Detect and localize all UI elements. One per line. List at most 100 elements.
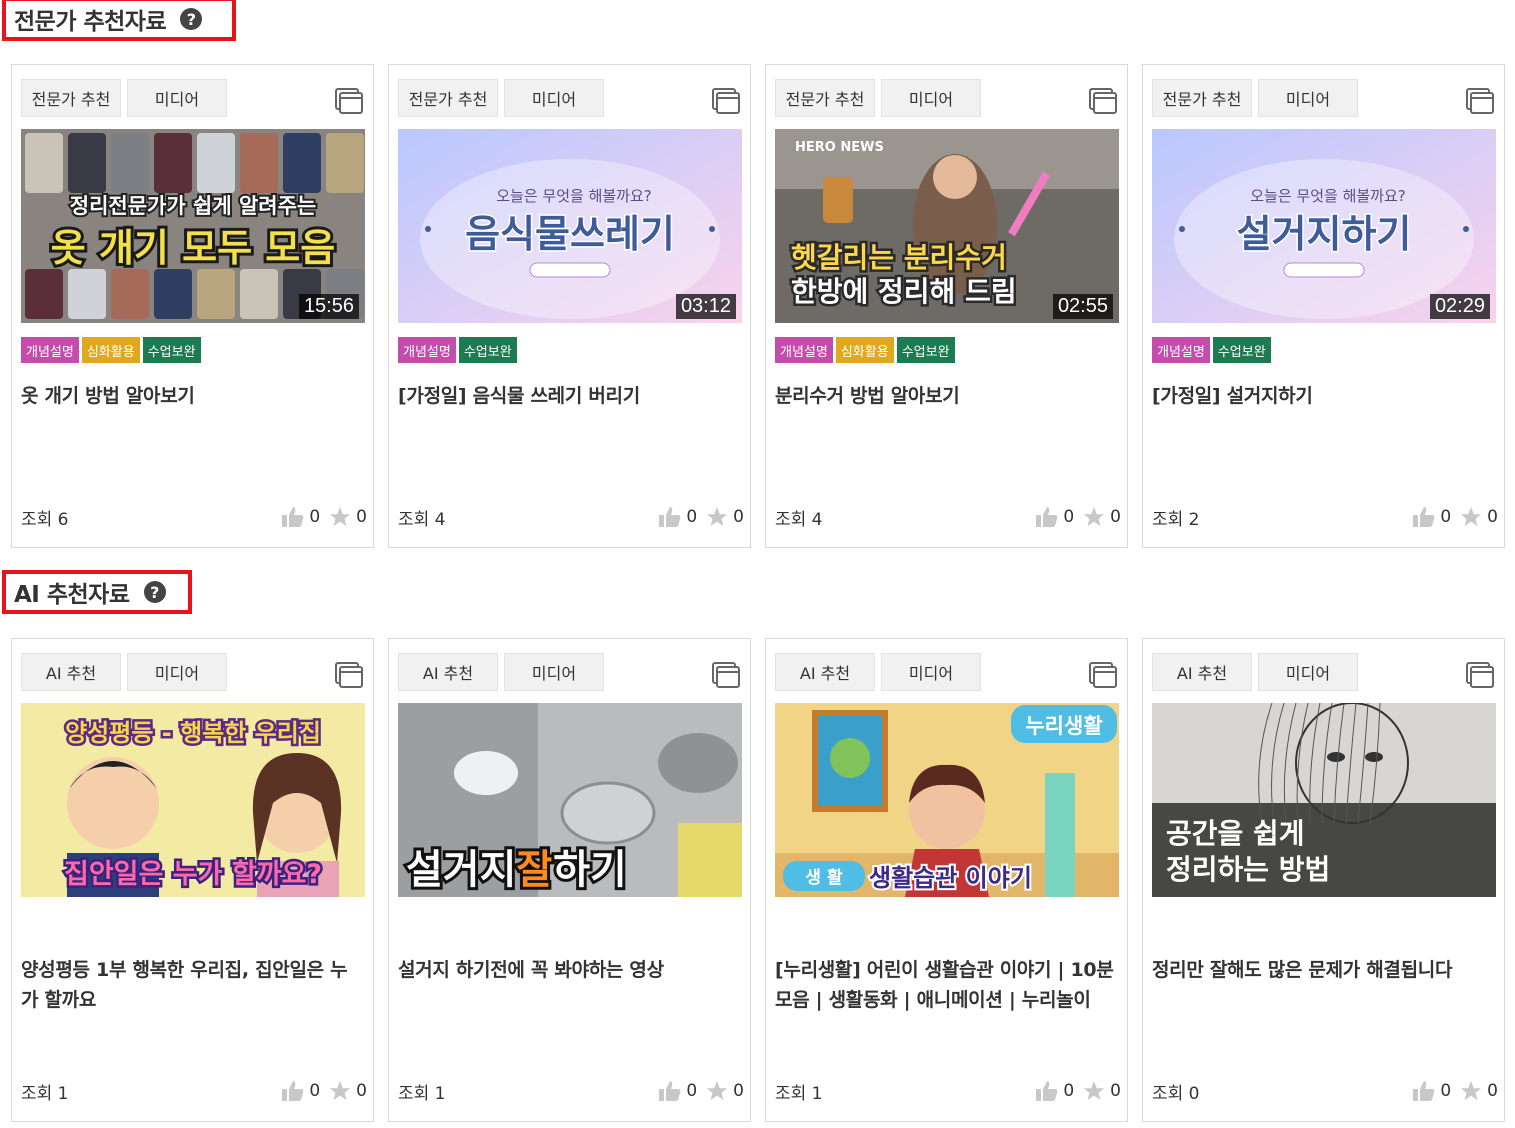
like-icon[interactable] bbox=[658, 506, 682, 528]
expert-section-title: 전문가 추천자료 ? bbox=[2, 0, 236, 41]
media-type-tag: 미디어 bbox=[504, 79, 604, 117]
card-title-link[interactable]: 옷 개기 방법 알아보기 bbox=[21, 381, 364, 411]
video-duration: 15:56 bbox=[298, 294, 359, 319]
save-to-library-icon[interactable] bbox=[1465, 660, 1495, 690]
video-thumbnail[interactable]: 설거지잘하기 bbox=[398, 703, 742, 897]
like-icon[interactable] bbox=[281, 506, 305, 528]
video-thumbnail[interactable]: 양성평등 - 행복한 우리집집안일은 누가 할까요? bbox=[21, 703, 365, 897]
star-icon[interactable] bbox=[1082, 506, 1106, 528]
star-icon[interactable] bbox=[1082, 1080, 1106, 1102]
star-icon[interactable] bbox=[328, 506, 352, 528]
resource-card[interactable]: 전문가 추천 미디어 오늘은 무엇을 해볼까요? 설거지하기 02:29 개념설명 수업보완… bbox=[1142, 64, 1505, 548]
like-icon[interactable] bbox=[1035, 506, 1059, 528]
thumbnail-caption: 집안일은 누가 할까요? bbox=[64, 859, 322, 890]
save-to-library-icon[interactable] bbox=[334, 86, 364, 116]
save-to-library-icon[interactable] bbox=[1088, 86, 1118, 116]
thumbnail-caption: 한방에 정리해 드림 bbox=[791, 275, 1017, 308]
view-count: 조회 1 bbox=[21, 1083, 69, 1104]
card-footer: 조회 400 bbox=[775, 503, 1121, 531]
save-to-library-icon[interactable] bbox=[711, 660, 741, 690]
video-thumbnail[interactable]: 누리생활 생 활 생활습관 이야기 bbox=[775, 703, 1119, 897]
thumbnail-caption: 정리하는 방법 bbox=[1166, 853, 1330, 886]
like-icon[interactable] bbox=[281, 1080, 305, 1102]
recommendation-type-tag: AI 추천 bbox=[398, 653, 498, 691]
purpose-badge: 수업보완 bbox=[896, 337, 955, 363]
card-tags: AI 추천 미디어 bbox=[1152, 653, 1495, 691]
card-title-link[interactable]: 정리만 잘해도 많은 문제가 해결됩니다 bbox=[1152, 955, 1495, 985]
help-icon[interactable]: ? bbox=[143, 581, 166, 603]
resource-card[interactable]: 전문가 추천 미디어 HERO NEWS 헷갈리는 분리수거 한방에 정리해 드림 02:… bbox=[765, 64, 1128, 548]
star-count: 0 bbox=[733, 507, 744, 527]
like-count: 0 bbox=[1063, 1081, 1075, 1101]
purpose-badge: 개념설명 bbox=[21, 337, 79, 363]
card-tags: 전문가 추천 미디어 bbox=[1152, 79, 1495, 117]
reaction-stats: 00 bbox=[281, 1080, 367, 1102]
purpose-badge: 수업보완 bbox=[458, 337, 517, 363]
video-thumbnail[interactable]: 오늘은 무엇을 해볼까요? 음식물쓰레기 03:12 bbox=[398, 129, 742, 323]
video-thumbnail[interactable]: HERO NEWS 헷갈리는 분리수거 한방에 정리해 드림 02:55 bbox=[775, 129, 1119, 323]
help-icon[interactable]: ? bbox=[180, 8, 203, 30]
thumbnail-caption: 옷 개기 모두 모음 bbox=[51, 226, 335, 270]
star-icon[interactable] bbox=[705, 1080, 729, 1102]
expert-card-grid: 전문가 추천 미디어 정리전문가가 쉽게 알려주는 옷 개기 모두 모음 15:56 개념… bbox=[11, 64, 1506, 548]
thumbnail-image: 양성평등 - 행복한 우리집집안일은 누가 할까요? bbox=[21, 703, 365, 897]
media-type-tag: 미디어 bbox=[127, 79, 227, 117]
thumbnail-caption: 생 활 bbox=[805, 867, 843, 888]
thumbnail-caption: 오늘은 무엇을 해볼까요? bbox=[1250, 187, 1406, 205]
star-icon[interactable] bbox=[705, 506, 729, 528]
like-icon[interactable] bbox=[1035, 1080, 1059, 1102]
resource-card[interactable]: AI 추천 미디어공간을 쉽게 정리하는 방법정리만 잘해도 많은 문제가 해결됩니… bbox=[1142, 638, 1505, 1122]
reaction-stats: 00 bbox=[658, 506, 744, 528]
view-count: 조회 1 bbox=[775, 1083, 823, 1104]
purpose-badge: 수업보완 bbox=[1212, 337, 1271, 363]
like-icon[interactable] bbox=[658, 1080, 682, 1102]
resource-card[interactable]: AI 추천 미디어 누리생활 생 활 생활습관 이야기 [누리생활] 어린이 생활습관 이… bbox=[765, 638, 1128, 1122]
media-type-tag: 미디어 bbox=[504, 653, 604, 691]
save-to-library-icon[interactable] bbox=[1088, 660, 1118, 690]
resource-card[interactable]: AI 추천 미디어 양성평등 - 행복한 우리집 집안일은 누가 할까요? 양성평등 1… bbox=[11, 638, 374, 1122]
like-icon[interactable] bbox=[1412, 506, 1436, 528]
card-tags: AI 추천 미디어 bbox=[775, 653, 1118, 691]
resource-card[interactable]: 전문가 추천 미디어 오늘은 무엇을 해볼까요? 음식물쓰레기 03:12 개념설명 수업보… bbox=[388, 64, 751, 548]
card-title-link[interactable]: [누리생활] 어린이 생활습관 이야기 | 10분 모음 | 생활동화 | 애니… bbox=[775, 955, 1118, 1015]
card-title-link[interactable]: [가정일] 음식물 쓰레기 버리기 bbox=[398, 381, 741, 411]
view-count: 조회 0 bbox=[1152, 1083, 1200, 1104]
resource-card[interactable]: AI 추천 미디어 설거지잘하기 설거지 하기전에 꼭 봐야하는 영상 조회 100 bbox=[388, 638, 751, 1122]
card-footer: 조회 000 bbox=[1152, 1077, 1498, 1105]
thumbnail-caption: 헷갈리는 분리수거 bbox=[791, 241, 1007, 274]
section-title-text: AI 추천자료 bbox=[14, 582, 130, 608]
like-count: 0 bbox=[309, 507, 321, 527]
like-count: 0 bbox=[686, 507, 698, 527]
card-title-link[interactable]: [가정일] 설거지하기 bbox=[1152, 381, 1495, 411]
thumbnail-caption: 누리생활 bbox=[1025, 714, 1102, 738]
purpose-badges: 개념설명 심화활용 수업보완 bbox=[21, 337, 364, 363]
media-type-tag: 미디어 bbox=[1258, 653, 1358, 691]
card-title-link[interactable]: 분리수거 방법 알아보기 bbox=[775, 381, 1118, 411]
card-footer: 조회 100 bbox=[398, 1077, 744, 1105]
purpose-badges: 개념설명 심화활용 수업보완 bbox=[775, 337, 1118, 363]
star-icon[interactable] bbox=[1459, 506, 1483, 528]
reaction-stats: 00 bbox=[1035, 506, 1121, 528]
star-icon[interactable] bbox=[328, 1080, 352, 1102]
thumbnail-caption: 설거지잘하기 bbox=[406, 847, 627, 893]
media-type-tag: 미디어 bbox=[881, 79, 981, 117]
star-icon[interactable] bbox=[1459, 1080, 1483, 1102]
video-thumbnail[interactable]: 오늘은 무엇을 해볼까요? 설거지하기 02:29 bbox=[1152, 129, 1496, 323]
save-to-library-icon[interactable] bbox=[711, 86, 741, 116]
star-count: 0 bbox=[733, 1081, 744, 1101]
card-title-link[interactable]: 설거지 하기전에 꼭 봐야하는 영상 bbox=[398, 955, 741, 985]
save-to-library-icon[interactable] bbox=[1465, 86, 1495, 116]
like-count: 0 bbox=[1440, 507, 1452, 527]
like-count: 0 bbox=[1063, 507, 1075, 527]
video-thumbnail[interactable]: 공간을 쉽게 정리하는 방법 bbox=[1152, 703, 1496, 897]
like-icon[interactable] bbox=[1412, 1080, 1436, 1102]
video-thumbnail[interactable]: 정리전문가가 쉽게 알려주는 옷 개기 모두 모음 15:56 bbox=[21, 129, 365, 323]
save-to-library-icon[interactable] bbox=[334, 660, 364, 690]
resource-card[interactable]: 전문가 추천 미디어 정리전문가가 쉽게 알려주는 옷 개기 모두 모음 15:56 개념… bbox=[11, 64, 374, 548]
thumbnail-caption: 양성평등 - 행복한 우리집 bbox=[65, 719, 321, 747]
card-title-link[interactable]: 양성평등 1부 행복한 우리집, 집안일은 누가 할까요 bbox=[21, 955, 364, 1015]
star-count: 0 bbox=[356, 507, 367, 527]
recommendation-type-tag: 전문가 추천 bbox=[775, 79, 875, 117]
like-count: 0 bbox=[686, 1081, 698, 1101]
like-count: 0 bbox=[1440, 1081, 1452, 1101]
